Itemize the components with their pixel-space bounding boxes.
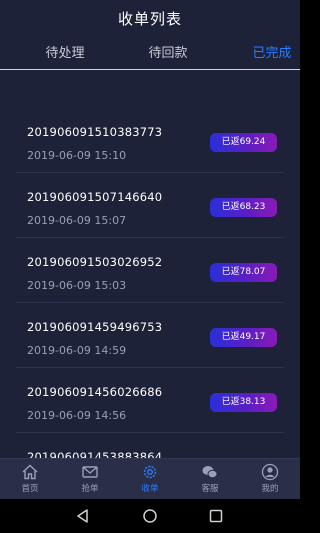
order-time: 2019-06-09 14:56 [27, 409, 127, 422]
status-badge: 已返69.24 [210, 133, 277, 152]
tab-awaiting-payment[interactable]: 待回款 [128, 42, 208, 61]
list-item[interactable]: 201906091507146640 2019-06-09 15:07 已返68… [16, 173, 284, 238]
tabbar-item-service[interactable]: 客服 [180, 459, 240, 499]
order-number: 201906091507146640 [27, 190, 163, 204]
status-badge: 已返78.07 [210, 263, 277, 282]
header-divider [0, 69, 300, 70]
tabbar-item-collect[interactable]: 收单 [120, 459, 180, 499]
order-list: 201906091510383773 2019-06-09 15:10 已返69… [16, 108, 284, 498]
tabbar-label: 客服 [201, 484, 219, 494]
list-item[interactable]: 201906091503026952 2019-06-09 15:03 已返78… [16, 238, 284, 303]
chat-icon [202, 466, 218, 479]
person-icon [261, 463, 279, 481]
order-time: 2019-06-09 15:07 [27, 214, 127, 227]
order-time: 2019-06-09 15:03 [27, 279, 127, 292]
tabbar-label: 我的 [261, 484, 279, 494]
recents-icon[interactable] [207, 508, 225, 524]
back-icon[interactable] [74, 508, 92, 524]
bottom-tab-bar: 首页 抢单 收单 客服 我的 [0, 458, 300, 499]
home-nav-icon[interactable] [141, 508, 159, 524]
order-time: 2019-06-09 14:59 [27, 344, 127, 357]
header: 收单列表 待处理 待回款 已完成 [0, 0, 300, 70]
order-number: 201906091503026952 [27, 255, 163, 269]
system-nav-bar [0, 499, 300, 533]
tab-completed[interactable]: 已完成 [232, 42, 300, 61]
tabbar-item-home[interactable]: 首页 [0, 459, 60, 499]
status-badge: 已返38.13 [210, 393, 277, 412]
status-badge: 已返49.17 [210, 328, 277, 347]
order-time: 2019-06-09 15:10 [27, 149, 127, 162]
tabbar-item-mine[interactable]: 我的 [240, 459, 300, 499]
app-screen: 收单列表 待处理 待回款 已完成 201906091510383773 2019… [0, 0, 300, 499]
home-icon [22, 464, 38, 480]
list-item[interactable]: 201906091510383773 2019-06-09 15:10 已返69… [16, 108, 284, 173]
list-item[interactable]: 201906091459496753 2019-06-09 14:59 已返49… [16, 303, 284, 368]
order-number: 201906091459496753 [27, 320, 163, 334]
tabbar-label: 收单 [141, 484, 159, 494]
tab-pending[interactable]: 待处理 [25, 42, 105, 61]
tabbar-label: 抢单 [81, 484, 99, 494]
list-item[interactable]: 201906091456026686 2019-06-09 14:56 已返38… [16, 368, 284, 433]
tabbar-item-grab[interactable]: 抢单 [60, 459, 120, 499]
page-title: 收单列表 [117, 10, 182, 28]
tabbar-label: 首页 [21, 484, 39, 494]
status-tabs: 待处理 待回款 已完成 [0, 42, 300, 64]
mail-icon [82, 466, 98, 478]
gear-icon [143, 465, 157, 479]
order-number: 201906091456026686 [27, 385, 163, 399]
status-badge: 已返68.23 [210, 198, 277, 217]
order-number: 201906091510383773 [27, 125, 163, 139]
